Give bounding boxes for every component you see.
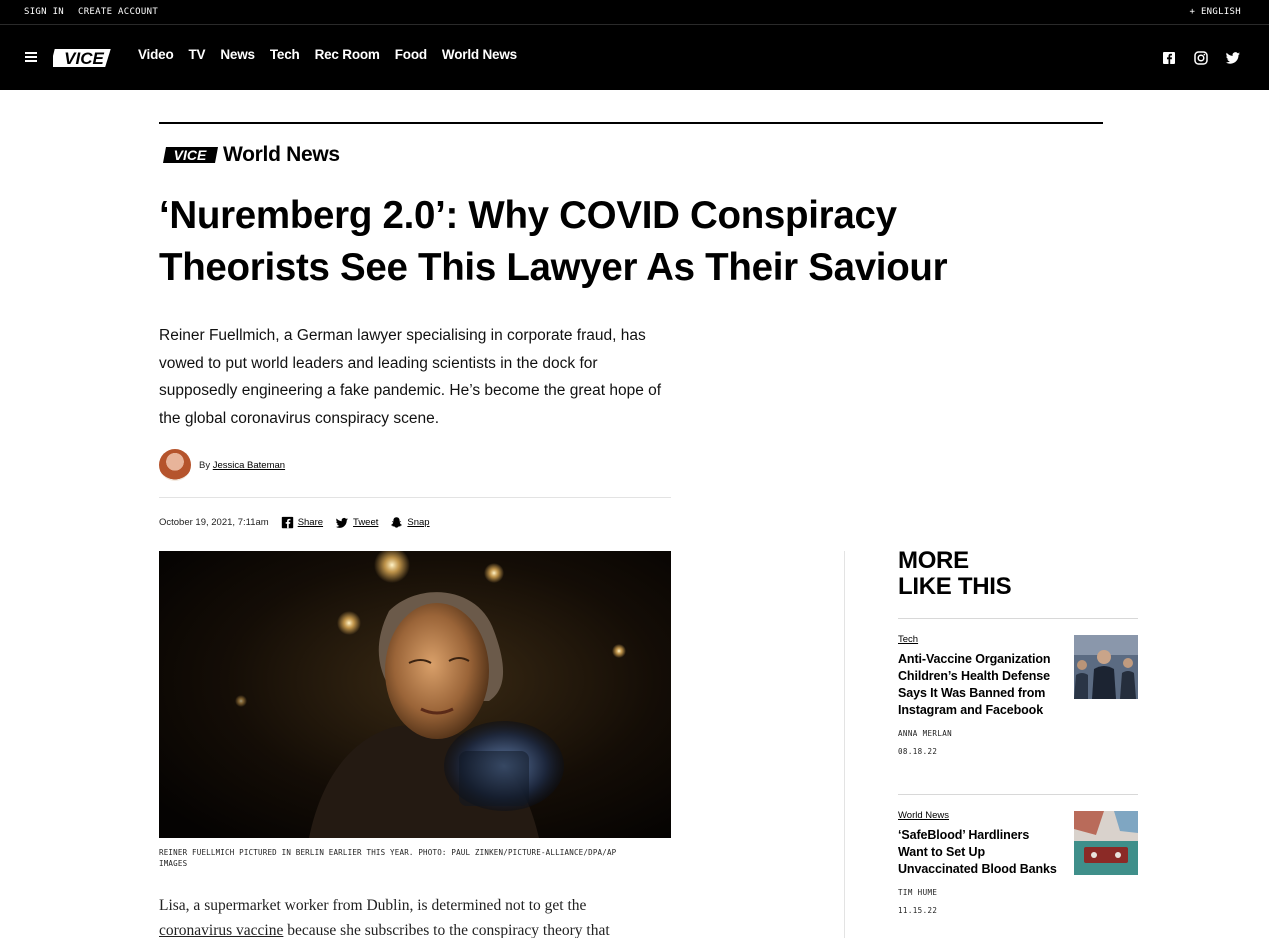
sidebar-rule — [898, 618, 1138, 619]
card-thumbnail[interactable] — [1074, 635, 1138, 699]
card-date: 08.18.22 — [898, 747, 938, 756]
lead-photo[interactable] — [159, 551, 671, 838]
photo-illustration — [159, 551, 671, 838]
photo-caption: REINER FUELLMICH PICTURED IN BERLIN EARL… — [159, 848, 617, 868]
thumbnail-image — [1074, 811, 1138, 875]
more-like-this-title: MORE LIKE THIS — [898, 547, 1012, 600]
nav-food[interactable]: Food — [395, 47, 427, 62]
header-rule — [159, 122, 1103, 124]
divider — [159, 497, 671, 498]
author-avatar[interactable] — [159, 449, 191, 481]
vaccine-link[interactable]: coronavirus vaccine — [159, 922, 283, 938]
article-meta: October 19, 2021, 7:11am Share Tweet Sna… — [159, 516, 442, 529]
instagram-icon[interactable] — [1193, 50, 1209, 66]
social-links — [1161, 50, 1241, 66]
svg-text:VICE: VICE — [174, 147, 207, 163]
article-dek: Reiner Fuellmich, a German lawyer specia… — [159, 327, 662, 427]
share-twitter[interactable]: Tweet — [335, 517, 378, 529]
create-account-link[interactable]: CREATE ACCOUNT — [78, 7, 158, 17]
nav-tv[interactable]: TV — [189, 47, 206, 62]
nav-rec-room[interactable]: Rec Room — [315, 47, 380, 62]
card-title[interactable]: Anti-Vaccine Organization Children’s Hea… — [898, 651, 1058, 719]
thumbnail-image — [1074, 635, 1138, 699]
related-card[interactable]: World News ‘SafeBlood’ Hardliners Want t… — [898, 810, 1138, 915]
card-date: 11.15.22 — [898, 906, 938, 915]
article-body: Lisa, a supermarket worker from Dublin, … — [159, 897, 610, 938]
author-link[interactable]: Jessica Bateman — [213, 460, 285, 471]
publish-date: October 19, 2021, 7:11am — [159, 517, 269, 528]
share-facebook[interactable]: Share — [281, 516, 323, 529]
nav-tech[interactable]: Tech — [270, 47, 300, 62]
section-name: World News — [223, 143, 340, 166]
nav-news[interactable]: News — [220, 47, 255, 62]
sidebar-rule — [898, 794, 1138, 795]
card-thumbnail[interactable] — [1074, 811, 1138, 875]
logo-text: VICE — [64, 49, 104, 68]
section-brand[interactable]: VICE World News — [163, 143, 340, 167]
nav-video[interactable]: Video — [138, 47, 174, 62]
facebook-icon — [281, 516, 293, 529]
sidebar-divider — [844, 551, 845, 938]
related-card[interactable]: Tech Anti-Vaccine Organization Children’… — [898, 634, 1138, 756]
main-nav: VICE Video TV News Tech Rec Room Food Wo… — [0, 25, 1269, 90]
twitter-icon — [335, 517, 349, 528]
article-headline: ‘Nuremberg 2.0’: Why COVID Conspiracy Th… — [159, 194, 948, 289]
share-snapchat[interactable]: Snap — [390, 516, 430, 529]
byline-text: By Jessica Bateman — [199, 459, 286, 471]
utility-bar: SIGN IN CREATE ACCOUNT + ENGLISH — [0, 0, 1269, 25]
facebook-icon[interactable] — [1161, 50, 1177, 66]
nav-items: Video TV News Tech Rec Room Food World N… — [138, 47, 517, 62]
sign-in-link[interactable]: SIGN IN — [24, 7, 64, 17]
snapchat-icon — [391, 517, 403, 528]
card-author[interactable]: ANNA MERLAN — [898, 729, 1138, 738]
card-title[interactable]: ‘SafeBlood’ Hardliners Want to Set Up Un… — [898, 827, 1058, 878]
vice-logo-small: VICE — [163, 147, 218, 163]
menu-icon[interactable] — [25, 52, 37, 62]
twitter-icon[interactable] — [1225, 50, 1241, 66]
card-author[interactable]: TIM HUME — [898, 888, 1138, 897]
language-selector[interactable]: + ENGLISH — [1190, 7, 1241, 17]
nav-world-news[interactable]: World News — [442, 47, 517, 62]
byline: By Jessica Bateman — [159, 449, 285, 481]
vice-logo[interactable]: VICE — [50, 47, 114, 69]
